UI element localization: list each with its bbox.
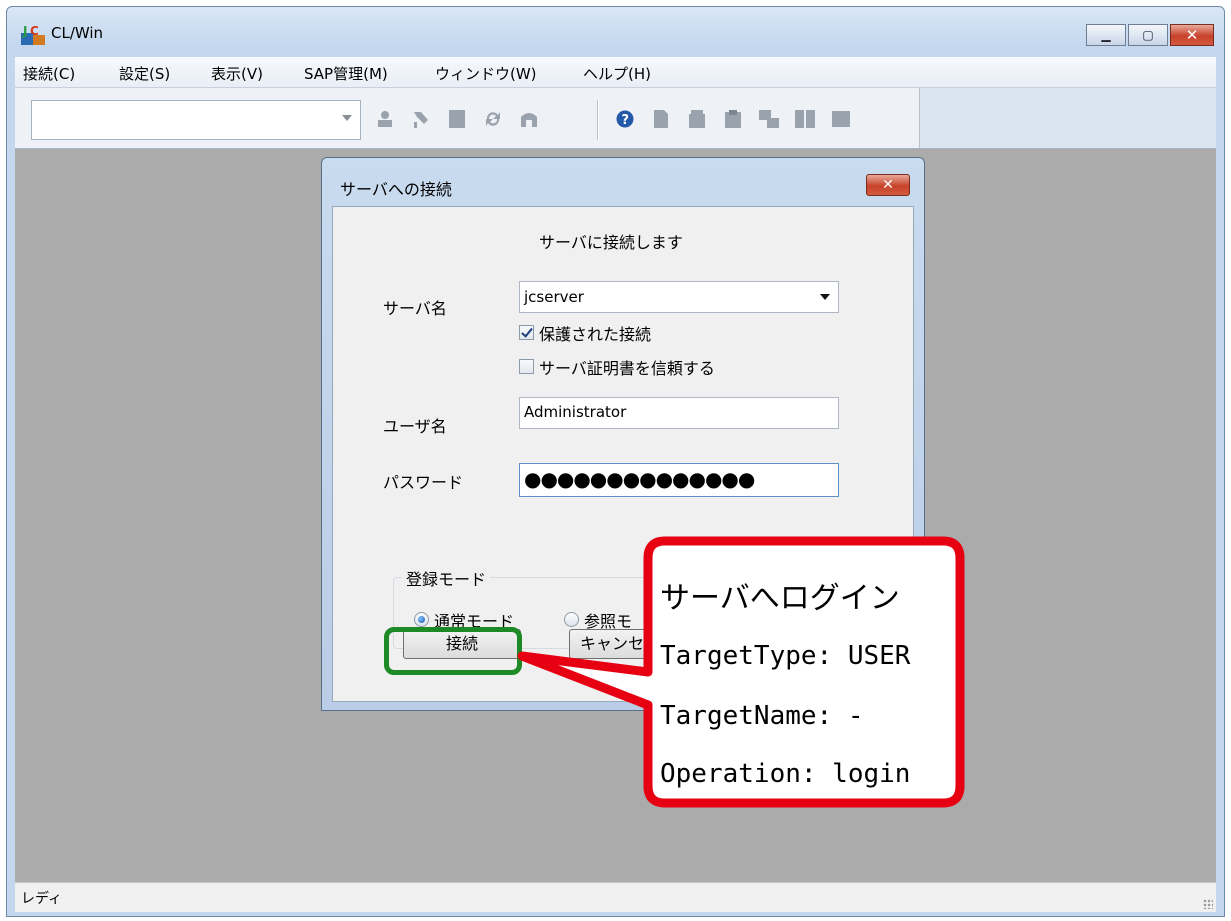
callout-target-name: TargetName: - <box>660 701 864 731</box>
callout-target-type: TargetType: USER <box>660 641 911 671</box>
callout-title: サーバへログイン <box>660 581 900 616</box>
callout-operation: Operation: login <box>660 759 911 789</box>
callout-shape <box>517 536 965 808</box>
